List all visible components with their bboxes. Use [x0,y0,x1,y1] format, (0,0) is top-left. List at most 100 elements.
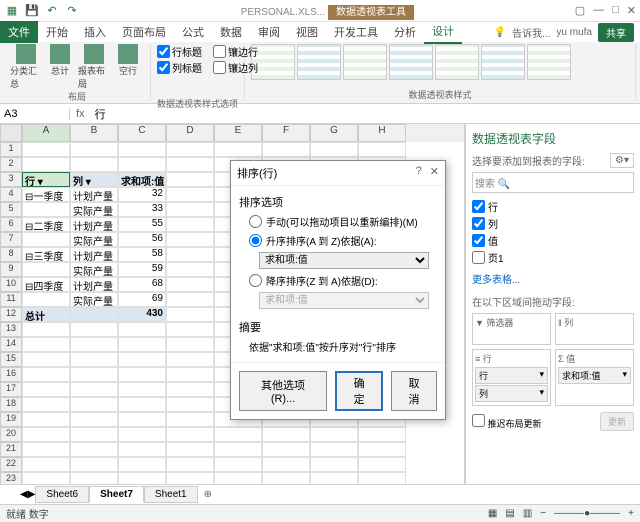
style-swatch[interactable] [527,44,571,80]
summary-text: 依据"求和项:值"按升序对"行"排序 [249,339,437,354]
view-normal-icon[interactable]: ▦ [488,508,497,519]
title-bar: ▦ 💾 ↶ ↷ PERSONAL.XLS... 数据透视表工具 ▢ — □ ✕ [0,0,640,22]
style-swatch[interactable] [343,44,387,80]
formula-bar: A3 fx 行 [0,104,640,124]
minimize-icon[interactable]: — [593,4,604,17]
user-name[interactable]: yu mufa [556,27,592,38]
window-controls: ▢ — □ ✕ [575,4,636,17]
field-item[interactable]: 行 [472,199,634,214]
drop-item[interactable]: 列▾ [475,385,548,402]
zoom-in-icon[interactable]: + [628,508,634,519]
tab-layout[interactable]: 页面布局 [114,21,174,43]
filter-dropzone[interactable]: ▼ 筛选器 [472,313,551,345]
close-icon[interactable]: ✕ [627,4,636,17]
save-icon[interactable]: 💾 [24,3,40,19]
tellme-icon[interactable]: 💡 [494,27,506,38]
select-all-corner[interactable] [0,124,22,142]
gear-icon[interactable]: ⚙▾ [610,153,634,168]
tab-developer[interactable]: 开发工具 [326,21,386,43]
sheet-nav-prev-icon[interactable]: ◀ [20,489,28,500]
radio-ascending[interactable]: 升序排序(A 到 Z)依据(A): [249,233,437,248]
undo-icon[interactable]: ↶ [44,3,60,19]
search-input[interactable]: 搜索 🔍 [472,172,634,193]
status-bar: 就绪 数字 ▦ ▤ ▥ − ———●——— + [0,504,640,522]
style-swatch[interactable] [435,44,479,80]
ribbon-group-styles: 数据透视表样式 [245,44,636,101]
col-header[interactable]: B [70,124,118,142]
field-list: 行 列 值 页1 [472,199,634,265]
tab-design[interactable]: 设计 [424,20,462,44]
values-dropzone[interactable]: Σ 值 求和项:值▾ [555,349,634,406]
quick-access-toolbar: ▦ 💾 ↶ ↷ [4,3,80,19]
name-box[interactable]: A3 [0,108,70,120]
sheet-tabs: ◀ ▶ Sheet6 Sheet7 Sheet1 ⊕ [0,484,640,504]
tab-formulas[interactable]: 公式 [174,21,212,43]
formula-input[interactable]: 行 [91,106,640,122]
tellme-input[interactable]: 告诉我... [512,25,550,40]
field-item[interactable]: 列 [472,216,634,231]
radio-descending[interactable]: 降序排序(Z 到 A)依据(D): [249,273,437,288]
drop-item[interactable]: 求和项:值▾ [558,367,631,384]
ribbon-group-style-options: 行标题 列标题 镶边行 镶边列 数据透视表样式选项 [151,44,245,101]
field-item[interactable]: 页1 [472,250,634,265]
tab-home[interactable]: 开始 [38,21,76,43]
document-title: PERSONAL.XLS... 数据透视表工具 [80,3,575,18]
style-swatch[interactable] [481,44,525,80]
sheet-tab[interactable]: Sheet6 [35,486,89,503]
chk-banded-rows[interactable]: 镶边行 [213,44,258,59]
pane-title: 数据透视表字段 [472,130,634,147]
view-break-icon[interactable]: ▥ [523,508,532,519]
blank-rows-button[interactable]: 空行 [112,44,144,90]
ascending-field-select[interactable]: 求和项:值 [259,252,429,269]
zoom-slider[interactable]: ———●——— [554,508,620,519]
fx-icon[interactable]: fx [70,108,91,120]
tab-file[interactable]: 文件 [0,21,38,43]
more-tables-link[interactable]: 更多表格... [472,271,634,286]
cancel-button[interactable]: 取消 [391,371,437,411]
col-header[interactable]: C [118,124,166,142]
tab-insert[interactable]: 插入 [76,21,114,43]
ribbon-options-icon[interactable]: ▢ [575,4,585,17]
grandtotal-button[interactable]: 总计 [44,44,76,90]
rows-dropzone[interactable]: ≡ 行 行▾ 列▾ [472,349,551,406]
style-swatch[interactable] [297,44,341,80]
col-header[interactable]: E [214,124,262,142]
col-header[interactable]: G [310,124,358,142]
help-icon[interactable]: ? [416,165,422,181]
add-sheet-icon[interactable]: ⊕ [198,489,218,500]
other-options-button[interactable]: 其他选项(R)... [239,371,327,411]
tab-review[interactable]: 审阅 [250,21,288,43]
ok-button[interactable]: 确定 [335,371,383,411]
view-page-icon[interactable]: ▤ [505,508,514,519]
descending-field-select[interactable]: 求和项:值 [259,292,429,309]
chk-banded-cols[interactable]: 镶边列 [213,60,258,75]
radio-manual[interactable]: 手动(可以拖动项目以重新编排)(M) [249,214,437,229]
maximize-icon[interactable]: □ [612,4,619,17]
field-item[interactable]: 值 [472,233,634,248]
sheet-nav-next-icon[interactable]: ▶ [28,489,36,500]
columns-dropzone[interactable]: ‖ 列 [555,313,634,345]
update-button[interactable]: 更新 [600,412,634,431]
sheet-tab[interactable]: Sheet7 [89,486,144,503]
tab-analyze[interactable]: 分析 [386,21,424,43]
tab-data[interactable]: 数据 [212,21,250,43]
subtotal-button[interactable]: 分类汇总 [10,44,42,90]
zoom-out-icon[interactable]: − [540,508,546,519]
report-layout-button[interactable]: 报表布局 [78,44,110,90]
style-gallery[interactable] [251,44,629,80]
col-header[interactable]: D [166,124,214,142]
col-header[interactable]: F [262,124,310,142]
close-icon[interactable]: ✕ [430,165,439,181]
redo-icon[interactable]: ↷ [64,3,80,19]
sort-dialog: 排序(行) ? ✕ 排序选项 手动(可以拖动项目以重新编排)(M) 升序排序(A… [230,160,446,420]
tab-view[interactable]: 视图 [288,21,326,43]
contextual-tab-label: 数据透视表工具 [328,5,414,20]
defer-checkbox[interactable]: 推迟布局更新 [472,414,542,430]
share-button[interactable]: 共享 [598,23,634,42]
dialog-title: 排序(行) [237,165,277,181]
sheet-tab[interactable]: Sheet1 [144,486,198,503]
col-header[interactable]: H [358,124,406,142]
style-swatch[interactable] [389,44,433,80]
drop-item[interactable]: 行▾ [475,367,548,384]
col-header[interactable]: A [22,124,70,142]
